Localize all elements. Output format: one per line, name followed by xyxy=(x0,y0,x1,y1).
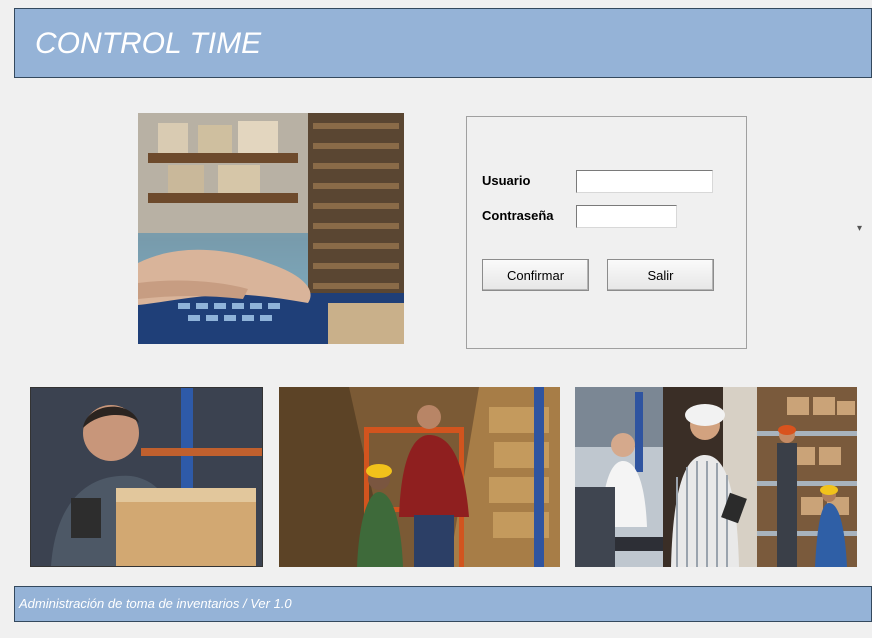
warehouse-shelves-illustration xyxy=(757,387,857,567)
window-edge xyxy=(872,0,877,638)
login-panel xyxy=(466,116,747,349)
password-input[interactable] xyxy=(576,205,677,228)
exit-button[interactable]: Salir xyxy=(607,259,714,291)
worker-box-illustration xyxy=(31,388,262,566)
app-window: CONTROL TIME Usuario Contraseña Confirma… xyxy=(0,0,877,638)
warehouse-keyboard-photo xyxy=(138,113,404,344)
footer-bar: Administración de toma de inventarios / … xyxy=(14,586,872,622)
app-title: CONTROL TIME xyxy=(35,27,262,60)
confirm-button[interactable]: Confirmar xyxy=(482,259,589,291)
worker-computer-photo xyxy=(575,387,663,567)
worker-hardhat-photo xyxy=(663,387,757,567)
warehouse-keyboard-illustration xyxy=(138,113,404,344)
worker-box-photo xyxy=(30,387,263,567)
user-label: Usuario xyxy=(482,173,531,188)
user-input[interactable] xyxy=(576,170,713,193)
warehouse-shelves-photo xyxy=(757,387,857,567)
footer-text: Administración de toma de inventarios / … xyxy=(19,596,292,611)
header-bar: CONTROL TIME xyxy=(14,8,872,78)
password-label: Contraseña xyxy=(482,208,554,223)
worker-hardhat-illustration xyxy=(663,387,757,567)
worker-computer-illustration xyxy=(575,387,663,567)
warehouse-aisle-illustration xyxy=(279,387,560,567)
resize-grip-icon: ▾ xyxy=(857,223,863,234)
warehouse-aisle-photo xyxy=(279,387,560,567)
